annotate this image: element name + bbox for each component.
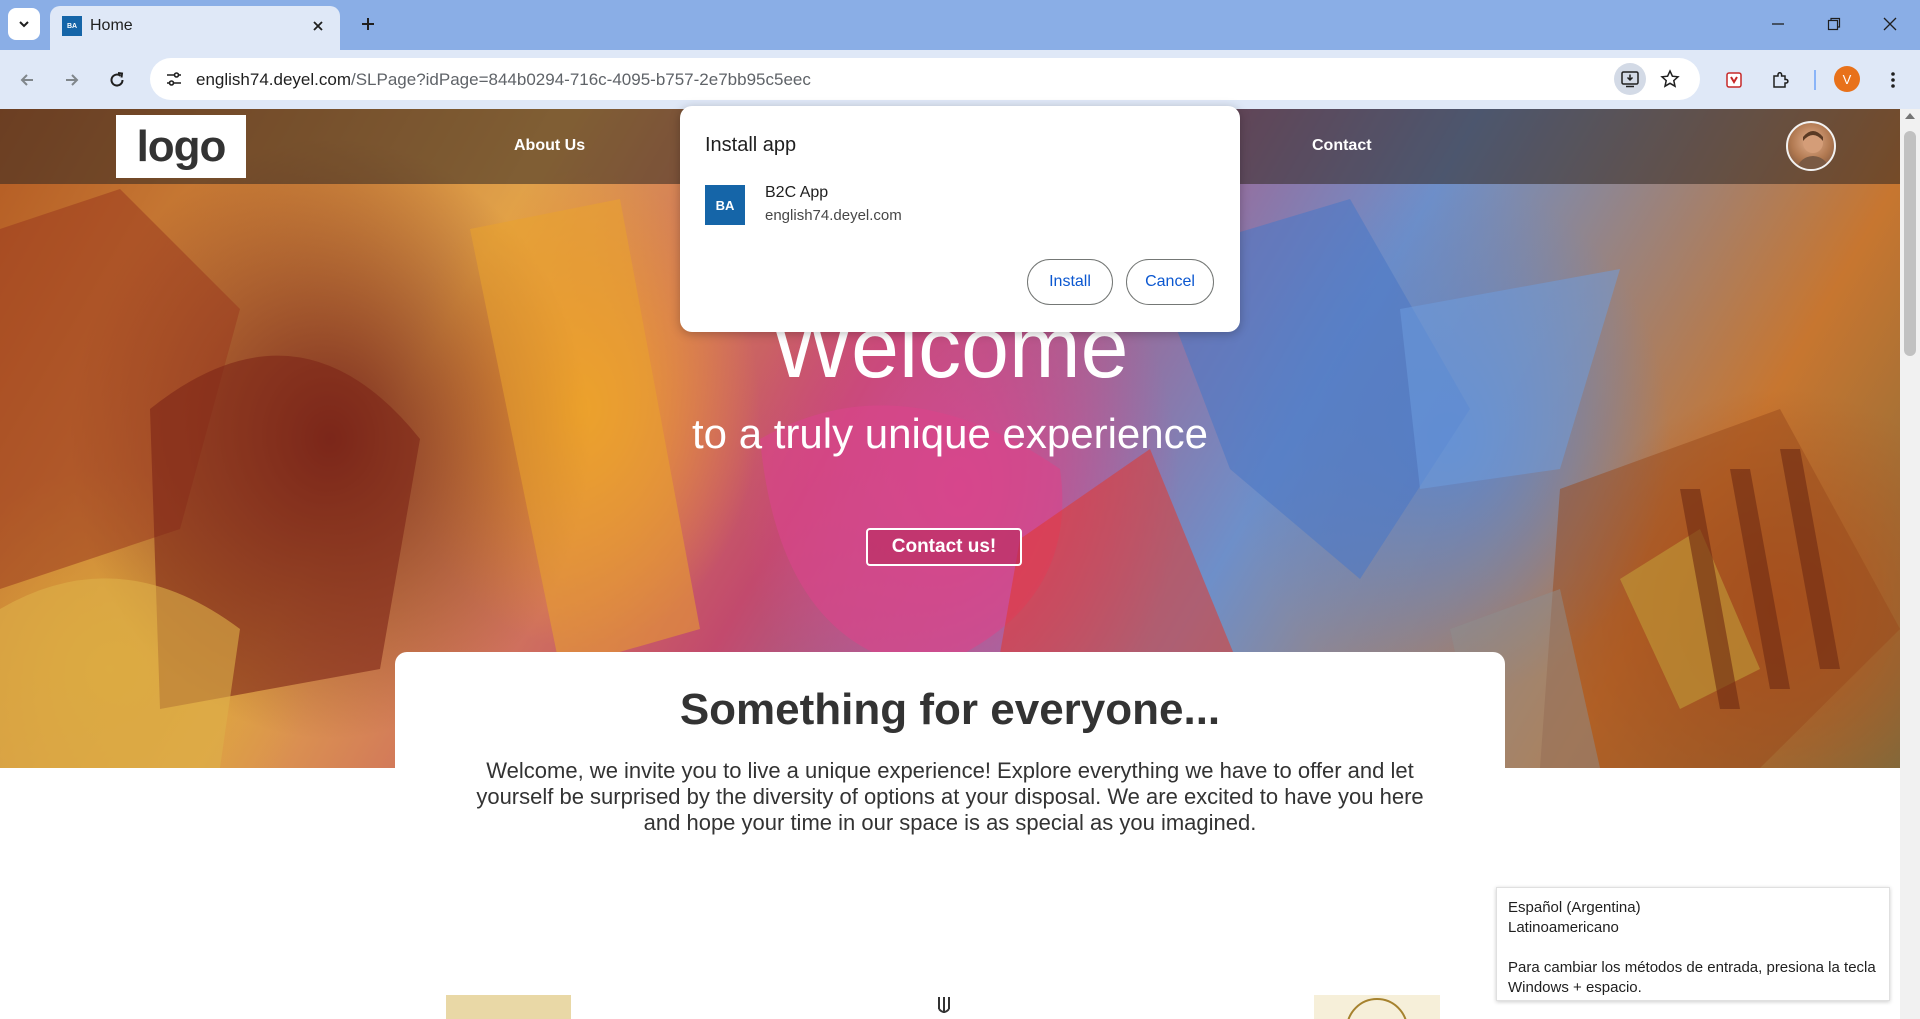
- app-icon: BA: [705, 185, 745, 225]
- bookmark-button[interactable]: [1654, 63, 1686, 95]
- feature-image-1: [446, 995, 571, 1019]
- extensions-menu-button[interactable]: [1762, 62, 1798, 98]
- url-text[interactable]: english74.deyel.com/SLPage?idPage=844b02…: [196, 70, 811, 90]
- contact-us-button[interactable]: Contact us!: [866, 528, 1022, 566]
- ime-hint: Para cambiar los métodos de entrada, pre…: [1508, 959, 1876, 996]
- nav-contact[interactable]: Contact: [1312, 137, 1372, 155]
- hero-subtitle: to a truly unique experience: [692, 410, 1208, 457]
- emblem-icon: [1347, 998, 1407, 1019]
- feature-image-2: [938, 997, 950, 1013]
- logo-text: logo: [136, 121, 227, 171]
- install-app-dialog: Install app BA B2C App english74.deyel.c…: [680, 106, 1240, 332]
- intro-title: Something for everyone...: [679, 685, 1221, 734]
- intro-text: Welcome, we invite you to live a unique …: [476, 758, 1424, 835]
- arrow-right-icon: [66, 74, 79, 86]
- url-path: /SLPage?idPage=844b0294-716c-4095-b757-2…: [350, 70, 811, 89]
- browser-toolbar: english74.deyel.com/SLPage?idPage=844b02…: [0, 50, 1920, 109]
- more-vert-icon: [1891, 72, 1895, 88]
- app-origin: english74.deyel.com: [765, 207, 902, 224]
- tune-icon: [167, 72, 181, 86]
- minimize-button[interactable]: [1750, 0, 1806, 48]
- restore-icon: [1827, 17, 1841, 31]
- new-tab-button[interactable]: [352, 8, 384, 40]
- address-bar[interactable]: english74.deyel.com/SLPage?idPage=844b02…: [150, 58, 1700, 100]
- ime-language: Español (Argentina): [1508, 899, 1641, 916]
- url-host: english74.deyel.com: [196, 70, 351, 89]
- install-button[interactable]: Install: [1027, 259, 1113, 305]
- site-info-button[interactable]: [158, 63, 190, 95]
- dialog-title: Install app: [705, 134, 797, 156]
- star-icon: [1660, 69, 1680, 88]
- toolbar-divider: [1814, 70, 1816, 90]
- reload-icon: [110, 72, 124, 87]
- nav-about-us[interactable]: About Us: [514, 137, 585, 155]
- forward-button[interactable]: [54, 62, 90, 98]
- user-avatar[interactable]: [1786, 121, 1836, 171]
- tab-favicon: BA: [62, 16, 82, 36]
- input-method-popup: Español (Argentina) Latinoamericano Para…: [1496, 887, 1890, 1001]
- tab-close-button[interactable]: [306, 14, 330, 38]
- minimize-icon: [1772, 23, 1784, 25]
- chevron-down-icon: [19, 21, 29, 28]
- scroll-up-arrow[interactable]: [1905, 113, 1915, 119]
- ime-layout: Latinoamericano: [1508, 919, 1619, 936]
- install-app-button[interactable]: [1614, 63, 1646, 95]
- page-scrollbar[interactable]: [1900, 109, 1920, 1019]
- feature-image-3: [1314, 995, 1440, 1019]
- user-photo-icon: [1796, 131, 1830, 169]
- app-name: B2C App: [765, 184, 829, 201]
- shield-extension-icon: [1726, 72, 1742, 88]
- restore-button[interactable]: [1806, 0, 1862, 48]
- ime-spacer: [1508, 938, 1878, 958]
- site-logo[interactable]: logo: [116, 115, 246, 178]
- tab-title: Home: [90, 17, 133, 34]
- close-icon: [313, 21, 323, 31]
- plus-icon: [362, 18, 374, 30]
- close-window-button[interactable]: [1862, 0, 1918, 48]
- profile-avatar-button[interactable]: V: [1834, 66, 1860, 92]
- puzzle-icon: [1773, 71, 1789, 88]
- arrow-left-icon: [20, 74, 33, 86]
- browser-tabstrip: BA Home: [0, 0, 1920, 50]
- tab-search-button[interactable]: [8, 8, 40, 40]
- browser-tab-home[interactable]: BA Home: [50, 6, 340, 50]
- close-icon: [1883, 17, 1897, 31]
- cancel-button[interactable]: Cancel: [1126, 259, 1214, 305]
- browser-menu-button[interactable]: [1875, 62, 1911, 98]
- scroll-thumb[interactable]: [1904, 131, 1916, 356]
- install-app-icon: [1621, 71, 1639, 88]
- reload-button[interactable]: [99, 62, 135, 98]
- back-button[interactable]: [9, 62, 45, 98]
- extension-button[interactable]: [1716, 62, 1752, 98]
